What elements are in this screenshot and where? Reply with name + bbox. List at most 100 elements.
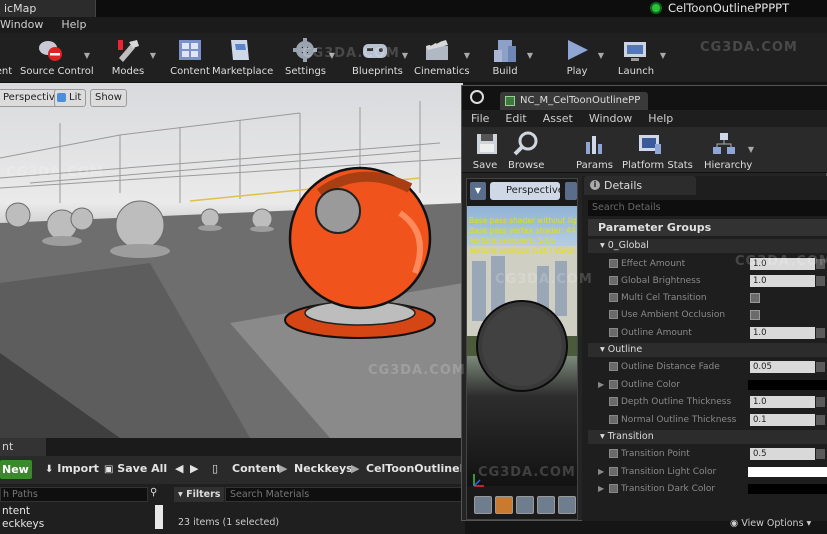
param-bool-checkbox[interactable] xyxy=(750,293,760,303)
project-name-label: CelToonOutlinePPPPT xyxy=(668,1,790,15)
param-override-checkbox[interactable] xyxy=(609,328,618,337)
item-count-status: 23 items (1 selected) xyxy=(178,517,280,528)
menu-window[interactable]: Window xyxy=(589,112,632,125)
breadcrumb-neckkeys[interactable]: Neckkeys xyxy=(294,462,353,475)
color-swatch[interactable] xyxy=(748,467,827,477)
param-value-input[interactable]: 0.5 xyxy=(750,448,815,460)
material-asset-icon xyxy=(505,96,515,106)
param-override-checkbox[interactable] xyxy=(609,362,618,371)
param-value-input[interactable]: 1.0 xyxy=(750,275,815,287)
details-tab[interactable]: Details xyxy=(584,176,696,195)
import-button[interactable]: ⬇ Import xyxy=(45,462,99,475)
material-editor-tab[interactable]: NC_M_CelToonOutlinePP xyxy=(500,92,648,110)
new-button[interactable]: New ▼ xyxy=(0,460,32,494)
param-value-input[interactable]: 0.05 xyxy=(750,361,815,373)
watermark: CG3DA.COM xyxy=(700,40,798,55)
platform-stats-button[interactable]: Platform Stats xyxy=(622,130,693,174)
material-search-input[interactable]: Search Materials xyxy=(225,487,463,502)
view-options-button[interactable]: ◉ View Options ▾ xyxy=(730,518,811,529)
save-button[interactable]: Save xyxy=(472,130,498,174)
history-back-icon[interactable]: ◀ xyxy=(175,462,183,475)
param-override-checkbox[interactable] xyxy=(609,259,618,268)
details-search-input[interactable]: Search Details xyxy=(588,200,827,216)
level-tab[interactable]: icMap xyxy=(0,0,96,17)
reset-icon[interactable] xyxy=(816,328,825,338)
source-control-button[interactable]: Source Control ▼ xyxy=(20,36,94,80)
watermark: CG3DA.COM xyxy=(735,254,827,269)
param-override-checkbox[interactable] xyxy=(609,310,618,319)
preview-cylinder-button[interactable] xyxy=(474,496,492,514)
param-override-checkbox[interactable] xyxy=(609,380,618,389)
param-override-checkbox[interactable] xyxy=(609,449,618,458)
cinematics-button[interactable]: Cinematics ▼ xyxy=(414,36,470,80)
preview-plane-button[interactable] xyxy=(516,496,534,514)
content-button[interactable]: Content xyxy=(170,36,210,80)
filter-icon: ▾ xyxy=(178,489,187,500)
menu-window[interactable]: Window xyxy=(0,18,43,31)
param-override-checkbox[interactable] xyxy=(609,467,618,476)
menu-help[interactable]: Help xyxy=(61,18,86,31)
preview-cube-button[interactable] xyxy=(537,496,555,514)
expand-arrow-icon[interactable]: ▶ xyxy=(598,481,604,497)
group-transition[interactable]: ▾ Transition xyxy=(588,430,827,444)
menu-edit[interactable]: Edit xyxy=(505,112,526,125)
reset-icon[interactable] xyxy=(816,276,825,286)
scrollbar[interactable] xyxy=(155,505,163,529)
param-override-checkbox[interactable] xyxy=(609,397,618,406)
expand-arrow-icon[interactable]: ▶ xyxy=(598,464,604,480)
watermark: CG3DA.COM xyxy=(495,272,593,287)
launch-button[interactable]: Launch ▼ xyxy=(616,36,666,80)
group-0-global[interactable]: ▾ 0_Global xyxy=(588,239,827,253)
tree-item-content[interactable]: ntent xyxy=(2,505,30,517)
shader-stat-line: Base pass vertex shader: 44 ins xyxy=(469,226,577,235)
param-name: Use Ambient Occlusion xyxy=(621,310,726,320)
expand-arrow-icon[interactable]: ▶ xyxy=(598,377,604,393)
viewport-show-button[interactable]: Show xyxy=(90,89,127,107)
play-button[interactable]: Play ▼ xyxy=(560,36,604,80)
save-current-button[interactable]: ent xyxy=(0,36,14,80)
search-icon[interactable]: ⚲ xyxy=(150,487,162,502)
params-button[interactable]: Params xyxy=(576,130,613,174)
group-outline[interactable]: ▾ Outline xyxy=(588,343,827,357)
param-override-checkbox[interactable] xyxy=(609,276,618,285)
param-override-checkbox[interactable] xyxy=(609,415,618,424)
build-button[interactable]: Build ▼ xyxy=(487,36,533,80)
param-transition-light-color: ▶ Transition Light Color xyxy=(588,464,827,480)
param-value-input[interactable]: 1.0 xyxy=(750,396,815,408)
menu-help[interactable]: Help xyxy=(648,112,673,125)
content-browser-tab[interactable]: nt Browser xyxy=(0,438,47,471)
parameter-groups-header[interactable]: Parameter Groups xyxy=(588,219,827,236)
save-all-button[interactable]: ▣ Save All xyxy=(104,462,167,475)
marketplace-button[interactable]: Marketplace xyxy=(212,36,273,80)
browse-button[interactable]: Browse xyxy=(508,130,544,174)
reset-icon[interactable] xyxy=(816,397,825,407)
preview-mesh-button[interactable] xyxy=(558,496,576,514)
breadcrumb-celtoonoutlinepp[interactable]: CelToonOutlinePP xyxy=(366,462,476,475)
reset-icon[interactable] xyxy=(816,449,825,459)
color-swatch[interactable] xyxy=(748,380,827,390)
history-forward-icon[interactable]: ▶ xyxy=(190,462,198,475)
level-viewport[interactable] xyxy=(0,83,464,438)
lit-label: Lit xyxy=(69,92,82,103)
preview-options-button[interactable]: ▼ xyxy=(470,182,486,200)
preview-lit-button[interactable] xyxy=(565,182,577,200)
hierarchy-button[interactable]: Hierarchy ▼ xyxy=(704,130,754,174)
modes-button[interactable]: Modes ▼ xyxy=(110,36,156,80)
menu-file[interactable]: File xyxy=(471,112,489,125)
param-value-input[interactable]: 0.1 xyxy=(750,414,815,426)
preview-sphere-button[interactable] xyxy=(495,496,513,514)
reset-icon[interactable] xyxy=(816,415,825,425)
path-search-input[interactable]: h Paths xyxy=(0,487,148,502)
tree-item-neckkeys[interactable]: eckkeys xyxy=(2,518,44,530)
param-bool-checkbox[interactable] xyxy=(750,310,760,320)
param-override-checkbox[interactable] xyxy=(609,484,618,493)
group-name: Transition xyxy=(607,431,654,442)
color-swatch[interactable] xyxy=(748,484,827,494)
filters-button[interactable]: ▾ Filters xyxy=(174,487,224,502)
param-value-input[interactable]: 1.0 xyxy=(750,327,815,339)
breadcrumb-content[interactable]: Content xyxy=(232,462,281,475)
param-override-checkbox[interactable] xyxy=(609,293,618,302)
menu-asset[interactable]: Asset xyxy=(543,112,573,125)
preview-perspective-button[interactable]: Perspective xyxy=(490,182,564,200)
reset-icon[interactable] xyxy=(816,362,825,372)
